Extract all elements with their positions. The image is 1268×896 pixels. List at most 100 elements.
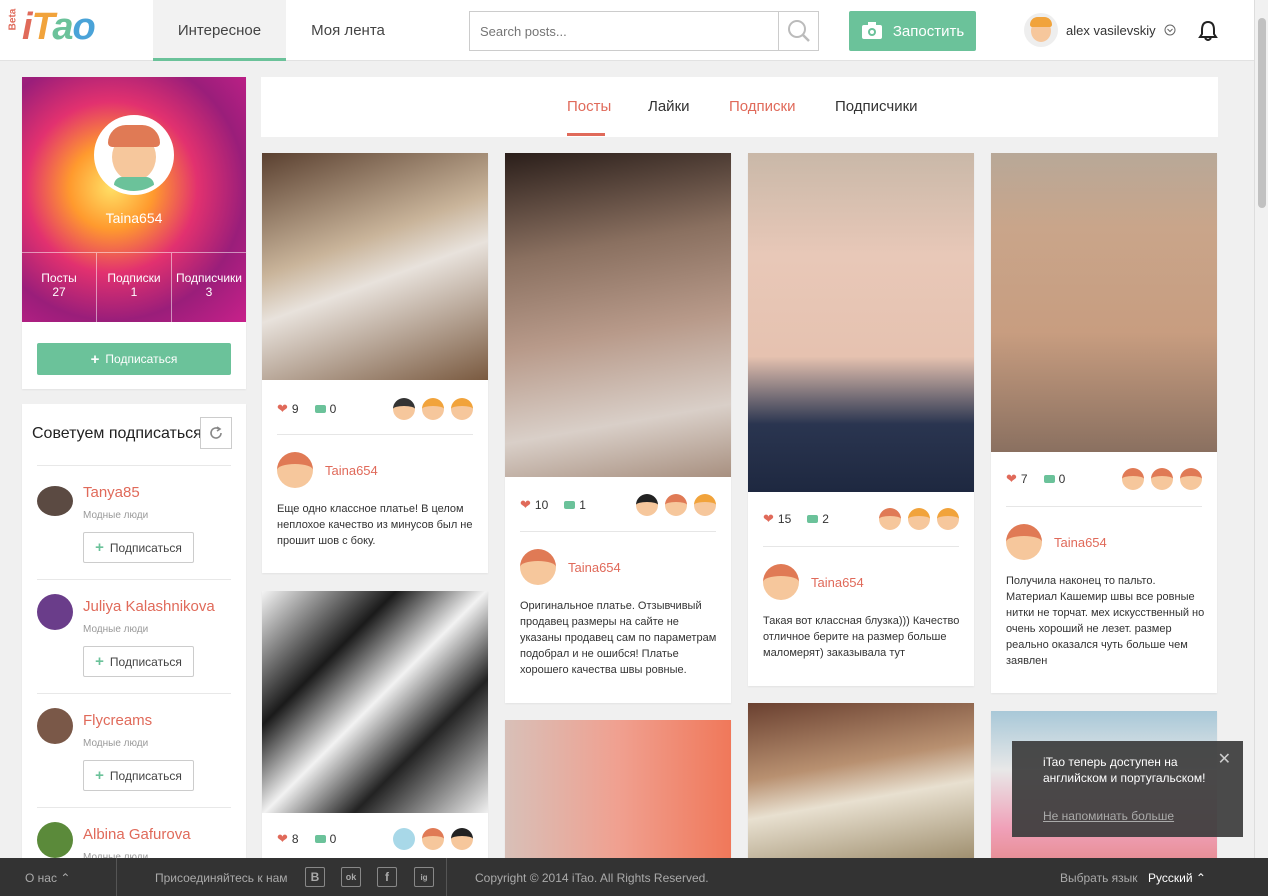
suggestion-subtitle: Модные люди (83, 624, 149, 635)
post-image[interactable] (748, 703, 974, 858)
likes-count: 8 (291, 832, 299, 846)
liker-avatar[interactable] (451, 398, 473, 420)
post-image[interactable] (262, 153, 488, 380)
post-card[interactable]: ❤ 9 0 Taina654 Еще одно классное платье! … (262, 153, 488, 573)
post-card[interactable]: ❤ 8 0 (262, 591, 488, 858)
heart-icon[interactable]: ❤ (1006, 471, 1017, 487)
post-card[interactable]: ❤ 10 1 Taina654 Оригинальное платье. Отзы… (505, 153, 731, 703)
comment-icon[interactable] (807, 515, 819, 523)
liker-avatar[interactable] (422, 398, 444, 420)
suggestion-name[interactable]: Albina Gafurova (83, 826, 191, 843)
liker-avatar[interactable] (665, 494, 687, 516)
suggestion-name[interactable]: Flycreams (83, 712, 152, 729)
stat-following[interactable]: Подписки 1 (97, 253, 172, 322)
likers (636, 494, 716, 516)
profile-cover: Taina654 Посты 27 Подписки 1 Подписчики 3 (22, 77, 246, 322)
post-image[interactable] (505, 153, 731, 477)
post-author[interactable]: Taina654 (520, 549, 621, 585)
user-name: alex vasilevskiy (1066, 22, 1156, 38)
heart-icon[interactable]: ❤ (277, 401, 288, 417)
liker-avatar[interactable] (1122, 468, 1144, 490)
heart-icon[interactable]: ❤ (520, 497, 531, 513)
liker-avatar[interactable] (694, 494, 716, 516)
post-card[interactable]: ❤ 15 2 Taina654 Такая вот классная блузка… (748, 153, 974, 686)
stat-posts[interactable]: Посты 27 (22, 253, 97, 322)
language-selector[interactable]: Русский ⌃ (1148, 871, 1206, 885)
liker-avatar[interactable] (393, 828, 415, 850)
comments-count: 0 (329, 402, 337, 416)
liker-avatar[interactable] (393, 398, 415, 420)
suggestion-subscribe-button[interactable]: + Подписаться (83, 532, 194, 563)
stat-followers[interactable]: Подписчики 3 (172, 253, 246, 322)
dont-remind-link[interactable]: Не напоминать больше (1043, 809, 1174, 823)
post-card[interactable] (748, 703, 974, 858)
comments-count: 1 (579, 498, 586, 512)
post-text: Такая вот классная блузка))) Качество от… (763, 615, 960, 659)
liker-avatar[interactable] (422, 828, 444, 850)
facebook-icon[interactable]: f (377, 867, 397, 887)
scrollbar[interactable] (1254, 0, 1268, 858)
plus-icon: + (95, 653, 104, 670)
liker-avatar[interactable] (908, 508, 930, 530)
tab-posts[interactable]: Посты (567, 98, 611, 115)
chevron-up-icon: ⌃ (1195, 871, 1206, 885)
suggestion-subscribe-button[interactable]: + Подписаться (83, 646, 194, 677)
about-link[interactable]: О нас ⌃ (25, 871, 70, 885)
liker-avatar[interactable] (879, 508, 901, 530)
author-name: Taina654 (1054, 534, 1107, 550)
tab-subscriptions[interactable]: Подписки (729, 98, 796, 115)
post-image[interactable] (262, 591, 488, 813)
tab-followers[interactable]: Подписчики (835, 98, 918, 115)
instagram-icon[interactable]: ig (414, 867, 434, 887)
notifications-button[interactable] (1198, 20, 1218, 47)
tab-interesting[interactable]: Интересное (153, 0, 286, 61)
post-stats: ❤ 15 2 (763, 508, 959, 530)
liker-avatar[interactable] (1151, 468, 1173, 490)
suggestions-card: Советуем подписаться Tanya85 Модные люди… (22, 404, 246, 864)
heart-icon[interactable]: ❤ (277, 831, 288, 847)
comment-icon[interactable] (564, 501, 576, 509)
close-icon[interactable]: ✕ (1218, 749, 1231, 769)
post-button[interactable]: Запостить (849, 11, 976, 51)
liker-avatar[interactable] (451, 828, 473, 850)
suggestion-avatar[interactable] (37, 486, 73, 516)
post-image[interactable] (991, 153, 1217, 452)
search-input[interactable] (470, 12, 770, 50)
tab-likes[interactable]: Лайки (648, 98, 690, 115)
post-image[interactable] (505, 720, 731, 858)
search-button[interactable] (778, 12, 818, 50)
refresh-button[interactable] (200, 417, 232, 449)
suggestion-name[interactable]: Juliya Kalashnikova (83, 598, 215, 615)
suggestion-avatar[interactable] (37, 822, 73, 858)
tab-my-feed[interactable]: Моя лента (286, 0, 410, 61)
divider (277, 434, 473, 435)
post-card[interactable]: ❤ 7 0 Taina654 Получила наконец то пальто… (991, 153, 1217, 693)
suggestions-title: Советуем подписаться (32, 425, 202, 442)
heart-icon[interactable]: ❤ (763, 511, 774, 527)
comment-icon[interactable] (314, 405, 326, 413)
liker-avatar[interactable] (937, 508, 959, 530)
comment-icon[interactable] (1043, 475, 1055, 483)
suggestion-name[interactable]: Tanya85 (83, 484, 140, 501)
liker-avatar[interactable] (1180, 468, 1202, 490)
subscribe-button[interactable]: + Подписаться (37, 343, 231, 375)
vk-icon[interactable]: B (305, 867, 325, 887)
liker-avatar[interactable] (636, 494, 658, 516)
divider (446, 858, 447, 896)
scrollbar-thumb[interactable] (1258, 18, 1266, 208)
user-menu[interactable]: alex vasilevskiy (1024, 13, 1176, 47)
post-image[interactable] (748, 153, 974, 492)
post-author[interactable]: Taina654 (763, 564, 864, 600)
suggestion-avatar[interactable] (37, 594, 73, 630)
suggestion-avatar[interactable] (37, 708, 73, 744)
likes-count: 7 (1020, 472, 1028, 486)
post-author[interactable]: Taina654 (1006, 524, 1107, 560)
suggestion-subscribe-button[interactable]: + Подписаться (83, 760, 194, 791)
logo[interactable]: iTao (22, 6, 96, 49)
camera-icon (861, 22, 882, 39)
post-author[interactable]: Taina654 (277, 452, 378, 488)
suggestion-item: Tanya85 Модные люди + Подписаться (37, 465, 231, 579)
post-card[interactable] (505, 720, 731, 858)
comment-icon[interactable] (314, 835, 326, 843)
odnoklassniki-icon[interactable]: ok (341, 867, 361, 887)
